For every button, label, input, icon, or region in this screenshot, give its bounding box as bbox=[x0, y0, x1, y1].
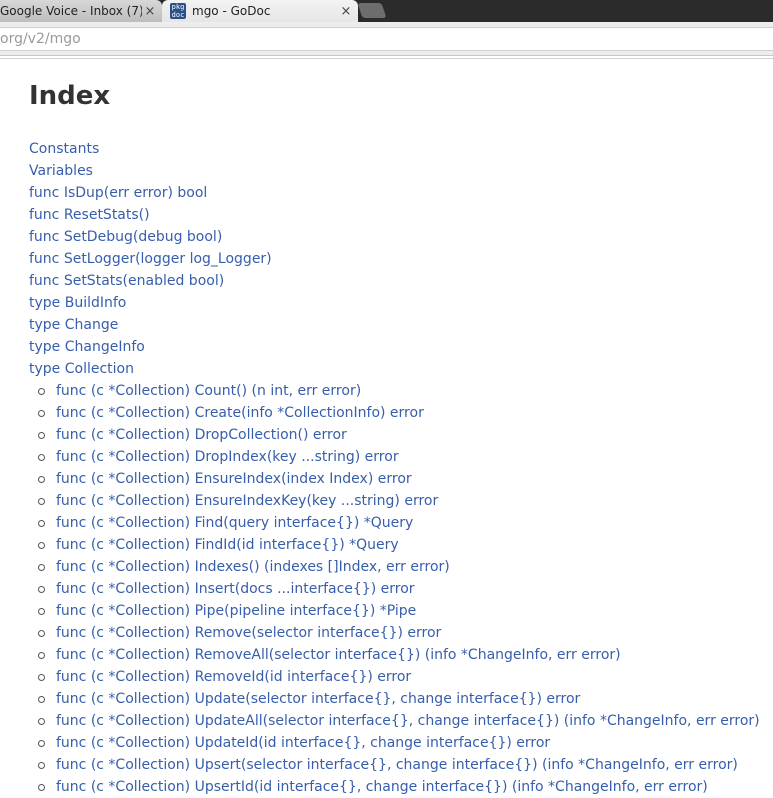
method-link[interactable]: func (c *Collection) Remove(selector int… bbox=[56, 625, 441, 641]
index-link-buildinfo[interactable]: type BuildInfo bbox=[29, 295, 126, 311]
index-item: Constants bbox=[29, 138, 769, 160]
list-item: func (c *Collection) Create(info *Collec… bbox=[38, 402, 769, 424]
list-item: func (c *Collection) Insert(docs ...inte… bbox=[38, 578, 769, 600]
list-item: func (c *Collection) RemoveAll(selector … bbox=[38, 644, 769, 666]
method-link[interactable]: func (c *Collection) Update(selector int… bbox=[56, 691, 580, 707]
index-item: func SetDebug(debug bool) bbox=[29, 226, 769, 248]
index-link-setlogger[interactable]: func SetLogger(logger log_Logger) bbox=[29, 251, 272, 267]
list-item: func (c *Collection) Upsert(selector int… bbox=[38, 754, 769, 776]
collection-methods-list: func (c *Collection) Count() (n int, err… bbox=[29, 380, 769, 798]
close-icon[interactable]: × bbox=[338, 4, 354, 19]
method-link[interactable]: func (c *Collection) EnsureIndexKey(key … bbox=[56, 493, 438, 509]
divider bbox=[0, 58, 773, 59]
method-link[interactable]: func (c *Collection) Upsert(selector int… bbox=[56, 757, 738, 773]
list-item: func (c *Collection) UpdateAll(selector … bbox=[38, 710, 769, 732]
tab-mgo-godoc[interactable]: pkg doc mgo - GoDoc × bbox=[162, 0, 358, 22]
godoc-favicon-icon: pkg doc bbox=[170, 3, 186, 19]
index-item: func SetLogger(logger log_Logger) bbox=[29, 248, 769, 270]
index-link-changeinfo[interactable]: type ChangeInfo bbox=[29, 339, 145, 355]
index-item: Variables bbox=[29, 160, 769, 182]
method-link[interactable]: func (c *Collection) EnsureIndex(index I… bbox=[56, 471, 412, 487]
method-link[interactable]: func (c *Collection) UpdateId(id interfa… bbox=[56, 735, 550, 751]
index-list: Constants Variables func IsDup(err error… bbox=[29, 138, 769, 798]
method-link[interactable]: func (c *Collection) DropIndex(key ...st… bbox=[56, 449, 399, 465]
index-link-setstats[interactable]: func SetStats(enabled bool) bbox=[29, 273, 224, 289]
tab-label: mgo - GoDoc bbox=[192, 4, 271, 18]
index-item: func ResetStats() bbox=[29, 204, 769, 226]
method-link[interactable]: func (c *Collection) Find(query interfac… bbox=[56, 515, 413, 531]
list-item: func (c *Collection) Indexes() (indexes … bbox=[38, 556, 769, 578]
index-link-collection[interactable]: type Collection bbox=[29, 361, 134, 377]
list-item: func (c *Collection) Update(selector int… bbox=[38, 688, 769, 710]
index-item: func IsDup(err error) bool bbox=[29, 182, 769, 204]
method-link[interactable]: func (c *Collection) UpsertId(id interfa… bbox=[56, 779, 708, 795]
list-item: func (c *Collection) RemoveId(id interfa… bbox=[38, 666, 769, 688]
list-item: func (c *Collection) DropCollection() er… bbox=[38, 424, 769, 446]
method-link[interactable]: func (c *Collection) Indexes() (indexes … bbox=[56, 559, 450, 575]
method-link[interactable]: func (c *Collection) UpdateAll(selector … bbox=[56, 713, 760, 729]
method-link[interactable]: func (c *Collection) RemoveAll(selector … bbox=[56, 647, 621, 663]
index-item: type Collection func (c *Collection) Cou… bbox=[29, 358, 769, 798]
index-item: type BuildInfo bbox=[29, 292, 769, 314]
index-link-resetstats[interactable]: func ResetStats() bbox=[29, 207, 150, 223]
tab-label: Google Voice - Inbox (7) bbox=[0, 4, 142, 18]
method-link[interactable]: func (c *Collection) RemoveId(id interfa… bbox=[56, 669, 411, 685]
method-link[interactable]: func (c *Collection) Insert(docs ...inte… bbox=[56, 581, 415, 597]
index-item: type ChangeInfo bbox=[29, 336, 769, 358]
list-item: func (c *Collection) UpsertId(id interfa… bbox=[38, 776, 769, 798]
method-link[interactable]: func (c *Collection) Create(info *Collec… bbox=[56, 405, 424, 421]
list-item: func (c *Collection) UpdateId(id interfa… bbox=[38, 732, 769, 754]
new-tab-button[interactable] bbox=[357, 3, 387, 18]
list-item: func (c *Collection) EnsureIndex(index I… bbox=[38, 468, 769, 490]
url-field[interactable]: org/v2/mgo bbox=[0, 27, 773, 51]
close-icon[interactable]: × bbox=[142, 4, 158, 19]
address-bar: org/v2/mgo bbox=[0, 22, 773, 56]
list-item: func (c *Collection) Remove(selector int… bbox=[38, 622, 769, 644]
index-link-setdebug[interactable]: func SetDebug(debug bool) bbox=[29, 229, 222, 245]
list-item: func (c *Collection) Count() (n int, err… bbox=[38, 380, 769, 402]
index-item: type Change bbox=[29, 314, 769, 336]
index-link-change[interactable]: type Change bbox=[29, 317, 118, 333]
index-link-isdup[interactable]: func IsDup(err error) bool bbox=[29, 185, 207, 201]
index-item: func SetStats(enabled bool) bbox=[29, 270, 769, 292]
list-item: func (c *Collection) FindId(id interface… bbox=[38, 534, 769, 556]
list-item: func (c *Collection) EnsureIndexKey(key … bbox=[38, 490, 769, 512]
list-item: func (c *Collection) Find(query interfac… bbox=[38, 512, 769, 534]
tab-strip: Google Voice - Inbox (7) × pkg doc mgo -… bbox=[0, 0, 773, 22]
tab-google-voice[interactable]: Google Voice - Inbox (7) × bbox=[0, 0, 162, 22]
page-title: Index bbox=[29, 81, 111, 111]
index-link-constants[interactable]: Constants bbox=[29, 141, 99, 157]
method-link[interactable]: func (c *Collection) FindId(id interface… bbox=[56, 537, 399, 553]
list-item: func (c *Collection) DropIndex(key ...st… bbox=[38, 446, 769, 468]
page-content: Index Constants Variables func IsDup(err… bbox=[29, 80, 769, 798]
method-link[interactable]: func (c *Collection) Pipe(pipeline inter… bbox=[56, 603, 416, 619]
method-link[interactable]: func (c *Collection) Count() (n int, err… bbox=[56, 383, 361, 399]
index-link-variables[interactable]: Variables bbox=[29, 163, 93, 179]
method-link[interactable]: func (c *Collection) DropCollection() er… bbox=[56, 427, 347, 443]
list-item: func (c *Collection) Pipe(pipeline inter… bbox=[38, 600, 769, 622]
